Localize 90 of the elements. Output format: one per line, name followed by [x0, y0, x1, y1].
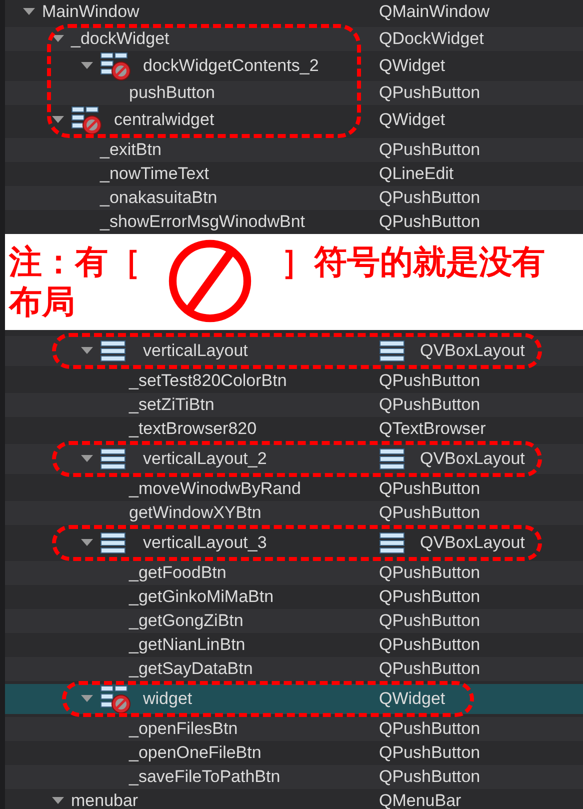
layout-icon: [379, 339, 405, 363]
note-text: 注：有［: [9, 242, 141, 282]
object-name: menubar: [71, 791, 138, 809]
class-name: QWidget: [379, 56, 446, 76]
expanded-arrow-icon[interactable]: [81, 539, 93, 547]
class-name: QMenuBar: [379, 791, 462, 809]
tree-row[interactable]: _saveFileToPathBtn QPushButton: [5, 765, 583, 789]
tree-row[interactable]: _setZiTiBtn QPushButton: [5, 393, 583, 417]
class-name: QMainWindow: [379, 2, 490, 22]
expanded-arrow-icon[interactable]: [52, 35, 64, 43]
widget-no-layout-icon: [71, 105, 103, 135]
object-name: _getNianLinBtn: [129, 635, 246, 655]
object-name: _dockWidget: [71, 29, 170, 49]
object-name: _nowTimeText: [100, 164, 209, 184]
object-name: _saveFileToPathBtn: [129, 767, 280, 787]
object-name: verticalLayout_2: [143, 449, 267, 469]
object-name: _textBrowser820: [129, 419, 257, 439]
class-name: QPushButton: [379, 479, 480, 499]
class-name: QPushButton: [379, 140, 480, 160]
class-name: QPushButton: [379, 212, 480, 232]
object-name: widget: [143, 689, 192, 709]
expanded-arrow-icon[interactable]: [52, 116, 64, 124]
class-name: QPushButton: [379, 83, 480, 103]
note-text: 布局: [9, 282, 75, 322]
class-name: QPushButton: [379, 371, 480, 391]
expanded-arrow-icon[interactable]: [81, 455, 93, 463]
tree-row[interactable]: _onakasuitaBtn QPushButton: [5, 186, 583, 210]
tree-row[interactable]: _getGongZiBtn QPushButton: [5, 609, 583, 633]
class-name: QLineEdit: [379, 164, 454, 184]
tree-row[interactable]: _getSayDataBtn QPushButton: [5, 657, 583, 681]
expanded-arrow-icon[interactable]: [81, 347, 93, 355]
class-name: QVBoxLayout: [420, 533, 525, 553]
object-name: _setTest820ColorBtn: [129, 371, 287, 391]
expanded-arrow-icon[interactable]: [23, 8, 35, 16]
object-name: getWindowXYBtn: [129, 503, 262, 523]
class-name: QTextBrowser: [379, 419, 486, 439]
note-text: ］符号的就是没有: [281, 242, 545, 282]
class-name: QPushButton: [379, 719, 480, 739]
expanded-arrow-icon[interactable]: [81, 695, 93, 703]
object-name: MainWindow: [42, 2, 140, 22]
class-name: QVBoxLayout: [420, 449, 525, 469]
layout-icon: [100, 339, 126, 363]
layout-icon: [379, 531, 405, 555]
tree-row[interactable]: widget QWidget: [5, 684, 583, 714]
object-name: _getGongZiBtn: [129, 611, 244, 631]
class-name: QPushButton: [379, 635, 480, 655]
layout-icon: [379, 447, 405, 471]
object-name: pushButton: [129, 83, 216, 103]
class-name: QPushButton: [379, 395, 480, 415]
object-name: _exitBtn: [100, 140, 162, 160]
object-name: _openFilesBtn: [129, 719, 238, 739]
widget-no-layout-icon: [100, 684, 132, 714]
tree-row[interactable]: _exitBtn QPushButton: [5, 138, 583, 162]
layout-icon: [100, 531, 126, 555]
tree-row[interactable]: pushButton QPushButton: [5, 81, 583, 105]
object-name: _getSayDataBtn: [129, 659, 253, 679]
tree-row[interactable]: verticalLayout QVBoxLayout: [5, 336, 583, 366]
object-name: _openOneFileBtn: [129, 743, 262, 763]
tree-row[interactable]: _dockWidget QDockWidget: [5, 27, 583, 51]
class-name: QWidget: [379, 689, 446, 709]
tree-row[interactable]: getWindowXYBtn QPushButton: [5, 501, 583, 525]
tree-row[interactable]: _getFoodBtn QPushButton: [5, 561, 583, 585]
prohibition-icon: [167, 238, 253, 324]
expanded-arrow-icon[interactable]: [52, 797, 64, 805]
widget-no-layout-icon: [100, 51, 132, 81]
object-name: _getFoodBtn: [129, 563, 226, 583]
class-name: QPushButton: [379, 743, 480, 763]
object-name: _onakasuitaBtn: [100, 188, 218, 208]
tree-row[interactable]: _openFilesBtn QPushButton: [5, 717, 583, 741]
object-name: _moveWinodwByRand: [129, 479, 301, 499]
object-name: centralwidget: [114, 110, 214, 130]
object-name: _showErrorMsgWinodwBnt: [100, 212, 306, 232]
object-name: verticalLayout_3: [143, 533, 267, 553]
object-name: _getGinkoMiMaBtn: [129, 587, 274, 607]
class-name: QPushButton: [379, 188, 480, 208]
object-name: _setZiTiBtn: [129, 395, 214, 415]
class-name: QPushButton: [379, 611, 480, 631]
object-name: verticalLayout: [143, 341, 248, 361]
class-name: QPushButton: [379, 767, 480, 787]
class-name: QVBoxLayout: [420, 341, 525, 361]
class-name: QWidget: [379, 110, 446, 130]
layout-icon: [100, 447, 126, 471]
expanded-arrow-icon[interactable]: [81, 62, 93, 70]
tree-row[interactable]: verticalLayout_2 QVBoxLayout: [5, 444, 583, 474]
class-name: QPushButton: [379, 503, 480, 523]
class-name: QDockWidget: [379, 29, 484, 49]
class-name: QPushButton: [379, 587, 480, 607]
class-name: QPushButton: [379, 659, 480, 679]
class-name: QPushButton: [379, 563, 480, 583]
object-name: dockWidgetContents_2: [143, 56, 319, 76]
